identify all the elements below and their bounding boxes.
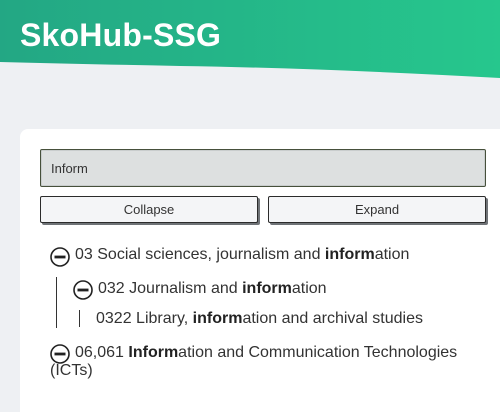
main-content: Collapse Expand 03 Social sciences, jour…: [20, 129, 500, 412]
tree-item-label: 03 Social sciences, journalism and: [75, 246, 325, 263]
minus-circle-icon[interactable]: [50, 344, 70, 364]
tree-item-0322[interactable]: 0322 Library, information and archival s…: [96, 310, 423, 328]
site-header: SkoHub-SSG: [0, 0, 500, 95]
tree-item-label: 06,061: [75, 344, 129, 361]
search-highlight: inform: [242, 280, 292, 297]
minus-circle-icon[interactable]: [50, 247, 70, 267]
search-highlight: inform: [192, 310, 243, 327]
tree-item-06061-continuation: (ICTs): [50, 362, 93, 380]
tree-item-label-suffix: ation: [374, 246, 410, 263]
tree-item-label-suffix: ation and Communication Technologies: [178, 344, 458, 361]
tree-item-label: 032 Journalism and: [98, 280, 243, 297]
search-highlight: Inform: [128, 344, 179, 361]
tree-item-03[interactable]: 03 Social sciences, journalism and infor…: [75, 246, 409, 264]
minus-circle-icon[interactable]: [73, 280, 93, 300]
tree-item-label-suffix: ation and archival studies: [242, 310, 423, 327]
tree-item-label-line2: (ICTs): [50, 362, 93, 379]
tree-item-label-suffix: ation: [291, 280, 327, 297]
tree-guide-line: [56, 277, 57, 328]
tree-item-032[interactable]: 032 Journalism and information: [98, 280, 327, 298]
site-title[interactable]: SkoHub-SSG: [20, 17, 221, 54]
concept-tree: 03 Social sciences, journalism and infor…: [20, 129, 500, 412]
tree-guide-line: [79, 310, 80, 327]
search-highlight: inform: [324, 246, 375, 263]
tree-item-label: 0322 Library,: [96, 310, 193, 327]
tree-item-06061[interactable]: 06,061 Information and Communication Tec…: [75, 344, 457, 362]
